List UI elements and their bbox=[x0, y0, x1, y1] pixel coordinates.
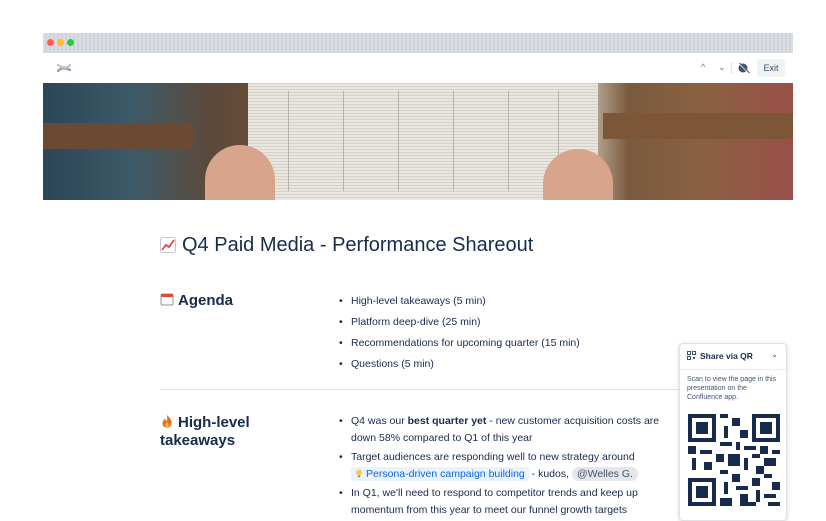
qr-panel-header[interactable]: Share via QR bbox=[687, 351, 753, 361]
agenda-item: Questions (5 min) bbox=[339, 357, 580, 378]
exit-button[interactable]: Exit bbox=[757, 59, 785, 77]
takeaways-heading-line1: High-level bbox=[178, 414, 250, 431]
takeaway-bold-text: best quarter yet bbox=[407, 415, 487, 427]
agenda-item: Platform deep-dive (25 min) bbox=[339, 315, 580, 336]
takeaway-item: In Q1, we'll need to respond to competit… bbox=[339, 485, 679, 519]
page-title: Q4 Paid Media - Performance Shareout bbox=[160, 234, 533, 257]
newspaper-column bbox=[343, 91, 344, 191]
persona-campaign-link-text: Persona-driven campaign building bbox=[366, 468, 525, 480]
newspaper-column bbox=[508, 91, 509, 191]
user-mention[interactable]: @Welles G. bbox=[571, 467, 638, 481]
agenda-heading-text: Agenda bbox=[178, 292, 234, 309]
chart-increasing-icon bbox=[160, 237, 176, 253]
agenda-item: High-level takeaways (5 min) bbox=[339, 294, 580, 315]
qr-panel-divider bbox=[680, 369, 786, 370]
takeaway-item: Q4 was our best quarter yet - new custom… bbox=[339, 413, 679, 447]
takeaway-item: Target audiences are responding well to … bbox=[339, 449, 679, 483]
close-window-button[interactable] bbox=[47, 39, 54, 46]
agenda-item: Recommendations for upcoming quarter (15… bbox=[339, 336, 580, 357]
newspaper-column bbox=[398, 91, 399, 191]
wood-board bbox=[603, 113, 793, 139]
minimize-window-button[interactable] bbox=[57, 39, 64, 46]
fire-icon bbox=[162, 415, 172, 428]
confluence-logo-icon bbox=[57, 63, 71, 73]
agenda-list: High-level takeaways (5 min) Platform de… bbox=[339, 294, 580, 378]
section-divider bbox=[160, 389, 680, 390]
takeaways-heading: High-level takeaways bbox=[160, 414, 250, 450]
cover-image bbox=[43, 83, 793, 200]
takeaways-list: Q4 was our best quarter yet - new custom… bbox=[339, 413, 679, 521]
qr-panel-description: Scan to view the page in this presentati… bbox=[687, 376, 777, 401]
hide-comments-icon[interactable] bbox=[737, 61, 751, 75]
newspaper-column bbox=[288, 91, 289, 191]
qr-code-icon bbox=[687, 351, 696, 360]
newspaper-column bbox=[453, 91, 454, 191]
presentation-window: ^ ⌄ Exit Q4 Paid Media - Performance Sha… bbox=[43, 33, 793, 521]
qr-panel-title: Share via QR bbox=[700, 351, 753, 361]
wood-board bbox=[43, 123, 193, 149]
next-slide-button[interactable]: ⌄ bbox=[718, 62, 726, 73]
maximize-window-button[interactable] bbox=[67, 39, 74, 46]
presentation-toolbar: ^ ⌄ Exit bbox=[43, 53, 793, 83]
takeaway-text: - kudos, bbox=[528, 468, 572, 480]
toolbar-divider bbox=[731, 62, 732, 74]
takeaways-heading-line2: takeaways bbox=[160, 432, 236, 449]
takeaway-text: Target audiences are responding well to … bbox=[351, 451, 635, 463]
page-title-text: Q4 Paid Media - Performance Shareout bbox=[182, 234, 534, 256]
lightbulb-icon bbox=[356, 469, 362, 478]
persona-campaign-link[interactable]: Persona-driven campaign building bbox=[351, 467, 529, 481]
chevron-down-icon[interactable]: ⌄ bbox=[771, 350, 778, 359]
calendar-icon bbox=[160, 293, 174, 306]
screenshot-frame: ^ ⌄ Exit Q4 Paid Media - Performance Sha… bbox=[0, 0, 826, 521]
share-via-qr-panel: Share via QR ⌄ Scan to view the page in … bbox=[679, 343, 787, 521]
previous-slide-button[interactable]: ^ bbox=[701, 62, 705, 72]
window-titlebar bbox=[43, 33, 793, 53]
takeaway-text: Q4 was our bbox=[351, 415, 408, 427]
qr-code-image bbox=[688, 414, 780, 506]
agenda-heading: Agenda bbox=[160, 292, 233, 310]
